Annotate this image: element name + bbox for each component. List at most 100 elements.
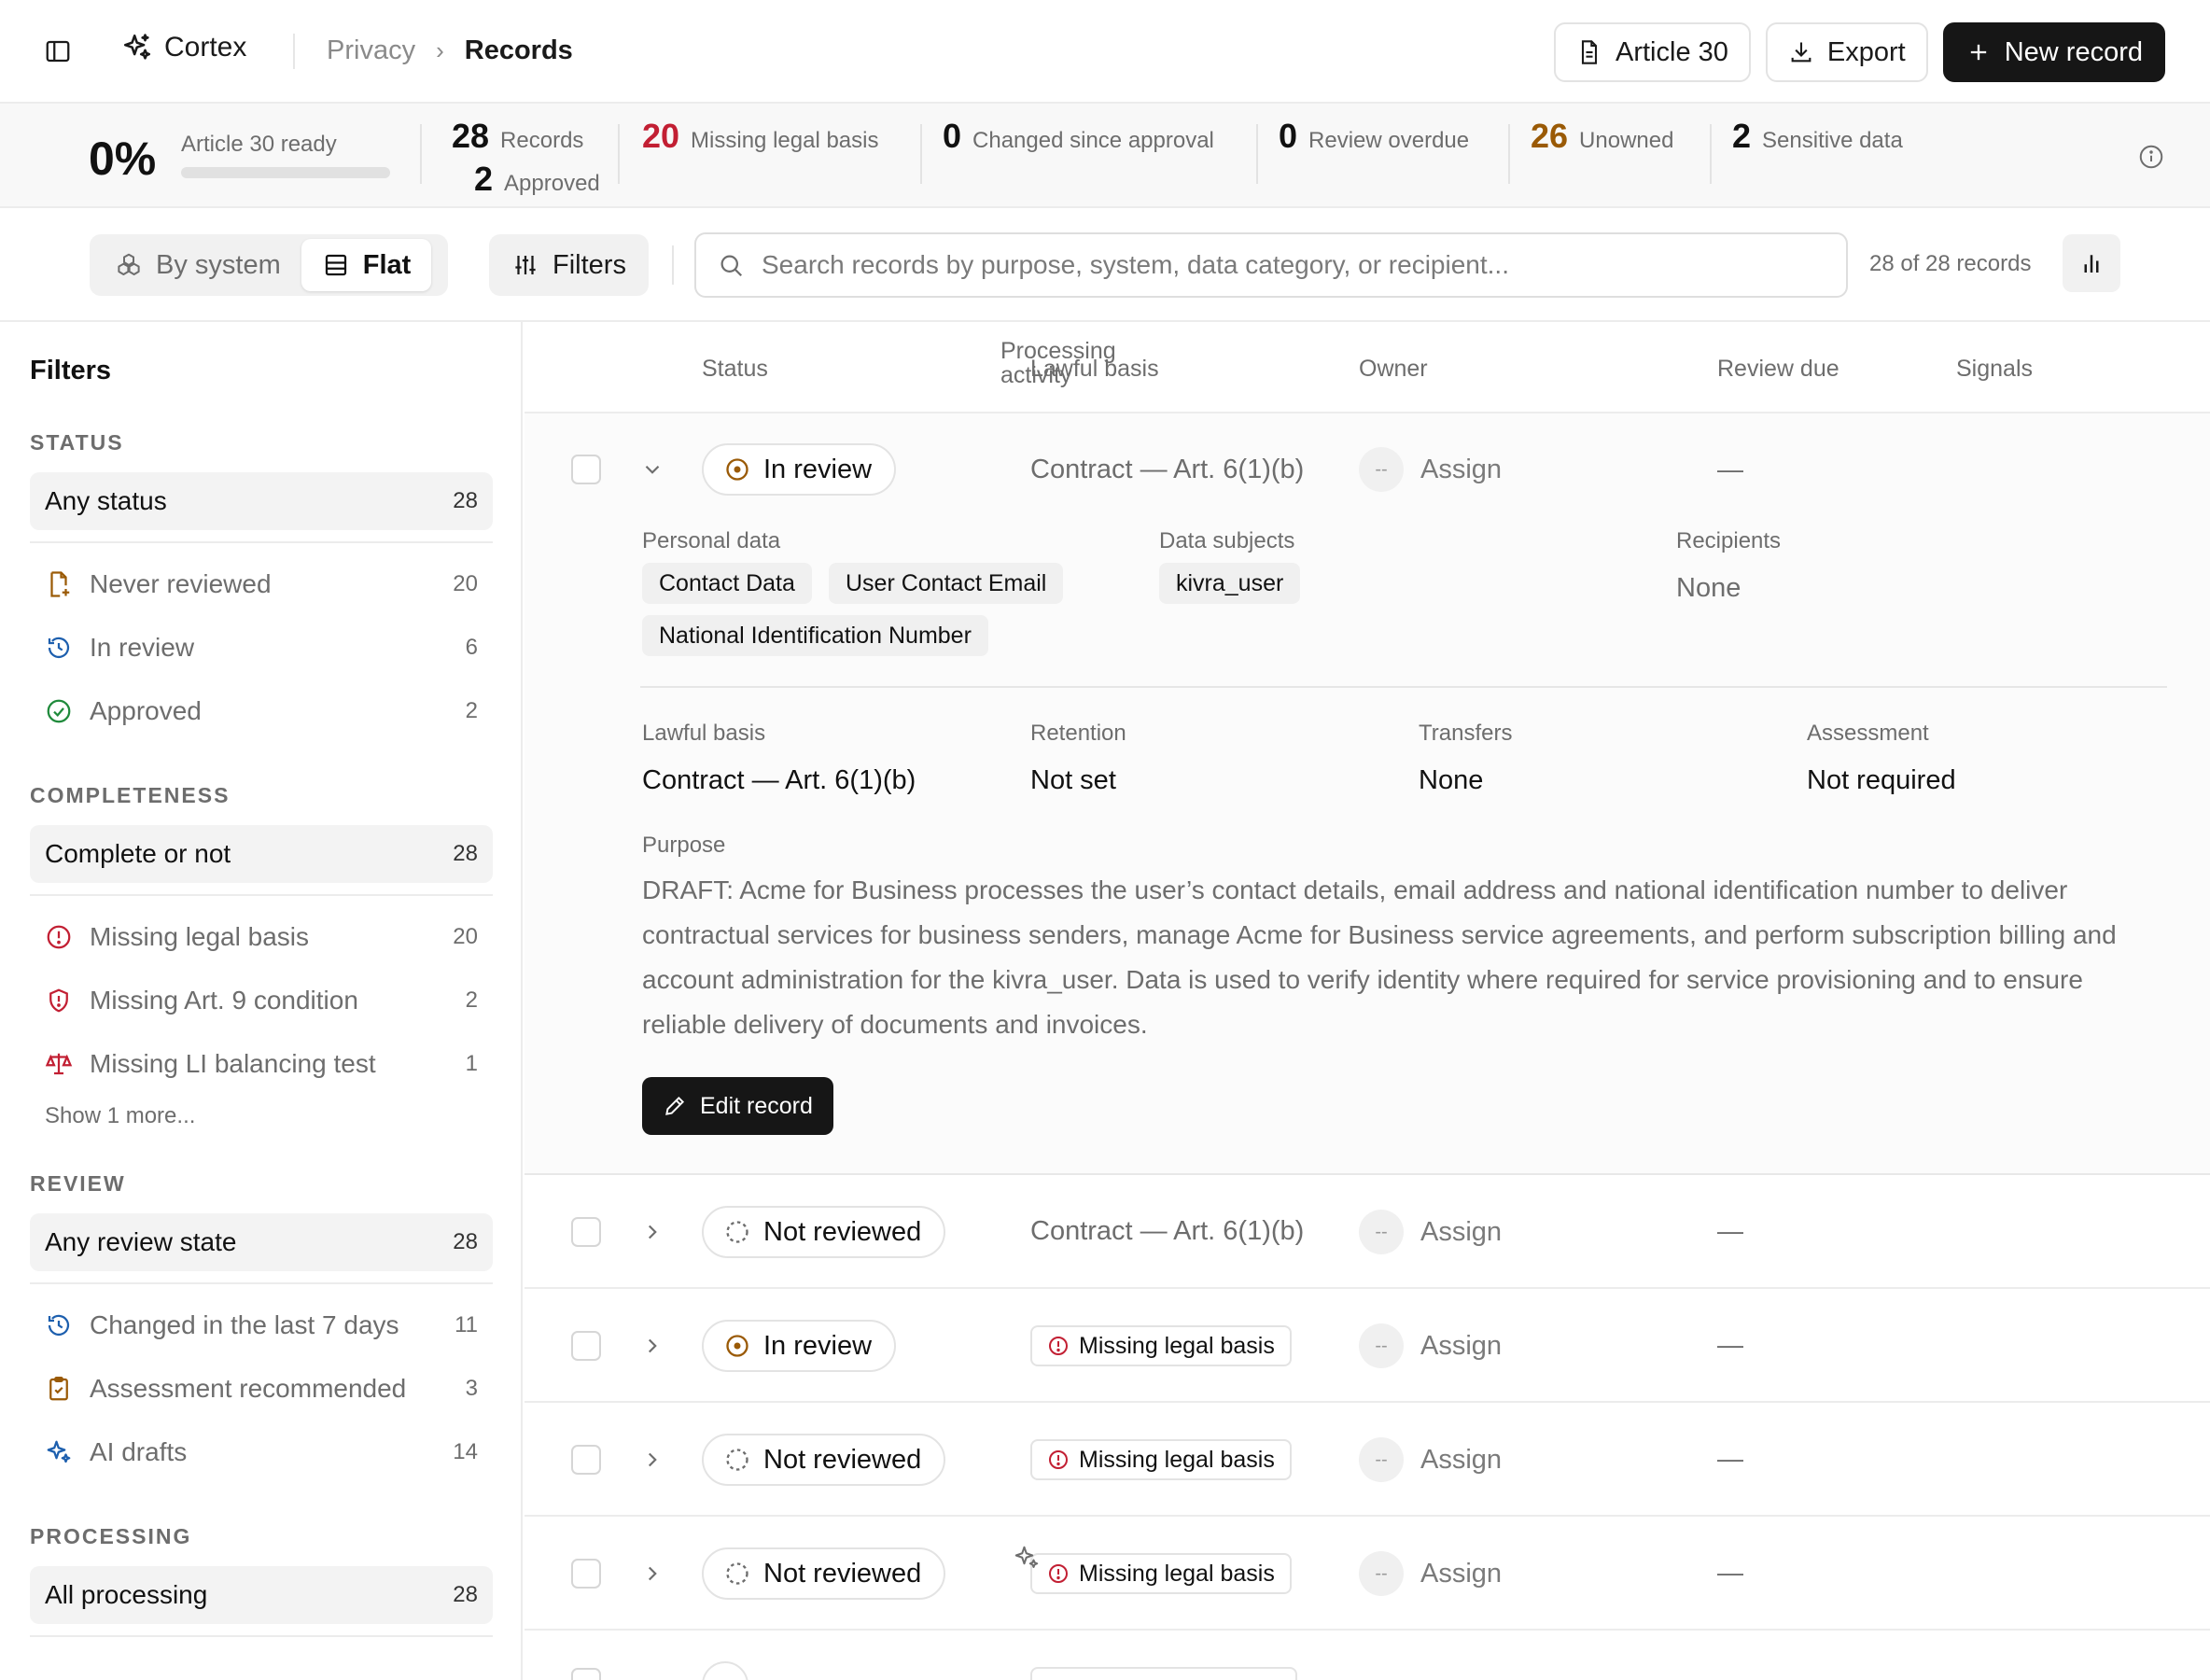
sidebar-toggle-icon[interactable] xyxy=(44,37,72,65)
filter-complete-or-not[interactable]: Complete or not 28 xyxy=(30,825,493,883)
column-status[interactable]: Status xyxy=(702,356,768,383)
scale-icon xyxy=(45,1053,73,1075)
table-row[interactable]: Not reviewed Missing legal basis -- Assi… xyxy=(525,1517,2210,1631)
top-header: Cortex Privacy › Records Article 30 Expo… xyxy=(0,0,2210,104)
breadcrumb-privacy[interactable]: Privacy xyxy=(327,35,415,66)
in-review-icon xyxy=(726,458,748,481)
not-reviewed-icon xyxy=(726,1221,748,1243)
table-row[interactable]: Not reviewed Missing legal basis -- Assi… xyxy=(525,1403,2210,1517)
owner-assign[interactable]: -- Assign xyxy=(1359,1551,1502,1596)
table-row-partial[interactable] xyxy=(525,1631,2210,1680)
metric-changed-since-approval[interactable]: 0 Changed since approval xyxy=(943,117,1214,156)
new-record-button[interactable]: New record xyxy=(1942,22,2165,82)
filter-missing-li-balancing[interactable]: Missing LI balancing test 1 xyxy=(30,1032,493,1096)
owner-assign[interactable]: -- Assign xyxy=(1359,1437,1502,1482)
metric-approved[interactable]: 2 Approved xyxy=(474,160,600,199)
filter-missing-legal-basis[interactable]: Missing legal basis 20 xyxy=(30,905,493,969)
table-row[interactable]: In review Missing legal basis -- Assign … xyxy=(525,1289,2210,1403)
status-pill[interactable]: Not reviewed xyxy=(702,1206,946,1258)
row-checkbox[interactable] xyxy=(571,1445,601,1475)
row-checkbox[interactable] xyxy=(571,1217,601,1247)
column-review-due[interactable]: Review due xyxy=(1717,356,1839,383)
info-icon[interactable] xyxy=(2137,143,2165,171)
table-icon xyxy=(325,254,346,276)
row-checkbox[interactable] xyxy=(571,1668,601,1680)
metric-records-label: Records xyxy=(500,128,584,153)
row-checkbox[interactable] xyxy=(571,1559,601,1589)
filter-assessment-recommended[interactable]: Assessment recommended 3 xyxy=(30,1357,493,1421)
filter-missing-art9[interactable]: Missing Art. 9 condition 2 xyxy=(30,969,493,1032)
chevron-right-icon[interactable] xyxy=(640,1448,664,1472)
status-pill[interactable]: In review xyxy=(702,1320,897,1372)
view-by-system[interactable]: By system xyxy=(94,239,301,291)
brand[interactable]: Cortex xyxy=(121,32,246,63)
view-flat[interactable]: Flat xyxy=(301,239,432,291)
filter-all-processing[interactable]: All processing 28 xyxy=(30,1566,493,1624)
status-pill[interactable] xyxy=(702,1661,748,1680)
column-signals[interactable]: Signals xyxy=(1956,356,2033,383)
recipients-label: Recipients xyxy=(1676,528,1782,553)
assessment-label: Assessment xyxy=(1807,721,1929,746)
table-row[interactable]: Not reviewed Contract — Art. 6(1)(b) -- … xyxy=(525,1175,2210,1289)
owner-assign[interactable]: -- Assign xyxy=(1359,447,1502,492)
missing-legal-basis-badge[interactable]: Missing legal basis xyxy=(1030,1439,1292,1480)
missing-legal-basis-badge[interactable]: Missing legal basis xyxy=(1030,1325,1292,1366)
filter-any-status[interactable]: Any status 28 xyxy=(30,472,493,530)
column-owner[interactable]: Owner xyxy=(1359,356,1428,383)
metric-sensitive-data[interactable]: 2 Sensitive data xyxy=(1732,117,1903,156)
filter-count: 20 xyxy=(453,571,478,596)
article-30-label: Article 30 xyxy=(1616,36,1728,67)
metric-review-overdue[interactable]: 0 Review overdue xyxy=(1279,117,1469,156)
document-icon xyxy=(1581,40,1598,64)
search-input[interactable] xyxy=(762,250,1825,280)
filters-button[interactable]: Filters xyxy=(489,234,649,296)
chevron-right-icon[interactable] xyxy=(640,1334,664,1358)
chevron-right-icon[interactable] xyxy=(640,1220,664,1244)
badge-label: Missing legal basis xyxy=(1079,1560,1275,1587)
status-pill[interactable]: Not reviewed xyxy=(702,1434,946,1486)
filter-never-reviewed[interactable]: Never reviewed 20 xyxy=(30,553,493,616)
in-review-icon xyxy=(726,1335,748,1357)
filter-changed-last-7-days[interactable]: Changed in the last 7 days 11 xyxy=(30,1294,493,1357)
lawful-basis-detail: Contract — Art. 6(1)(b) xyxy=(642,765,916,795)
edit-record-button[interactable]: Edit record xyxy=(642,1077,833,1135)
metric-missing-legal-basis[interactable]: 20 Missing legal basis xyxy=(642,117,878,156)
personal-data-label: Personal data xyxy=(642,528,781,553)
export-button[interactable]: Export xyxy=(1765,22,1928,82)
filter-any-review-state[interactable]: Any review state 28 xyxy=(30,1213,493,1271)
missing-legal-basis-badge[interactable] xyxy=(1030,1667,1297,1680)
transfers-label: Transfers xyxy=(1419,721,1513,746)
toolbar: By system Flat Filters 28 of 28 records xyxy=(0,208,2210,322)
lawful-basis-value: Contract — Art. 6(1)(b) xyxy=(1030,455,1305,484)
show-more-link[interactable]: Show 1 more... xyxy=(30,1096,493,1129)
status-pill[interactable]: Not reviewed xyxy=(702,1547,946,1600)
owner-assign[interactable]: -- Assign xyxy=(1359,1323,1502,1368)
missing-legal-basis-badge[interactable]: Missing legal basis xyxy=(1030,1553,1292,1594)
row-checkbox[interactable] xyxy=(571,1331,601,1361)
search-box xyxy=(694,232,1848,298)
filter-label: Complete or not xyxy=(45,839,231,868)
column-lawful-basis[interactable]: Lawful basis xyxy=(1030,356,1159,383)
chevron-right-icon[interactable] xyxy=(640,1561,664,1586)
filter-count: 20 xyxy=(453,924,478,949)
filter-approved[interactable]: Approved 2 xyxy=(30,679,493,743)
filter-count: 28 xyxy=(453,841,478,866)
owner-assign[interactable]: -- Assign xyxy=(1359,1210,1502,1254)
divider xyxy=(30,1282,493,1284)
filter-label: Assessment recommended xyxy=(90,1374,407,1403)
avatar: -- xyxy=(1359,1551,1404,1596)
check-circle-icon xyxy=(47,699,71,723)
chart-button[interactable] xyxy=(2063,234,2120,292)
completeness-heading: COMPLETENESS xyxy=(30,783,231,807)
status-pill[interactable]: In review xyxy=(702,443,897,496)
status-label: Not reviewed xyxy=(763,1444,922,1475)
metric-unowned[interactable]: 26 Unowned xyxy=(1531,117,1673,156)
metric-divider xyxy=(1710,124,1712,184)
metric-records[interactable]: 28 Records xyxy=(452,117,583,156)
row-checkbox[interactable] xyxy=(571,455,601,484)
filter-in-review[interactable]: In review 6 xyxy=(30,616,493,679)
filter-ai-drafts[interactable]: AI drafts 14 xyxy=(30,1421,493,1484)
article-30-button[interactable]: Article 30 xyxy=(1554,22,1751,82)
chevron-down-icon[interactable] xyxy=(640,457,664,482)
ready-progress-bar xyxy=(181,167,390,178)
